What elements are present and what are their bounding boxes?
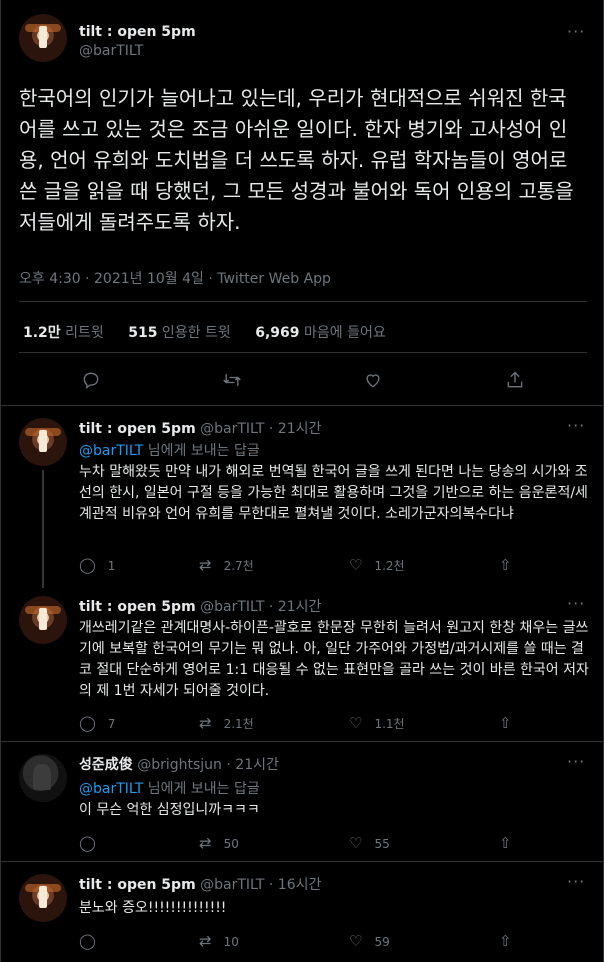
avatar[interactable] xyxy=(19,754,67,802)
likes-stat[interactable]: 6,969 마음에 들어요 xyxy=(255,325,385,341)
reply-icon[interactable]: ◯ xyxy=(79,932,108,950)
share-icon[interactable]: ⇧ xyxy=(499,714,524,732)
like-icon[interactable]: ♡ 55 xyxy=(349,834,390,852)
tweet-text: 한국어의 인기가 늘어나고 있는데, 우리가 현대적으로 쉬워진 한국어를 쓰고… xyxy=(19,86,574,234)
reply-tweet[interactable]: 성준成俊 @brightsjun · 21시간 ··· @barTILT 님에게… xyxy=(1,742,604,862)
reply-header: tilt : open 5pm @barTILT · 21시간 xyxy=(79,596,321,616)
main-actions xyxy=(1,366,604,394)
avatar-image-detail xyxy=(33,764,51,790)
more-icon[interactable]: ··· xyxy=(567,594,585,613)
avatar[interactable] xyxy=(19,418,67,466)
reply-header: 성준成俊 @brightsjun · 21시간 xyxy=(79,754,279,774)
reply-actions: ◯ 1 ⇄ 2.7천 ♡ 1.2천 ⇧ xyxy=(79,556,549,576)
divider xyxy=(19,301,587,302)
reply-to-handle[interactable]: @barTILT xyxy=(79,443,143,459)
author-name[interactable]: tilt : open 5pm xyxy=(79,877,196,893)
reply-icon[interactable] xyxy=(81,370,101,394)
reply-tweet[interactable]: tilt : open 5pm @barTILT · 21시간 ··· 개쓰레기… xyxy=(1,584,604,740)
reply-icon[interactable]: ◯ xyxy=(79,834,108,852)
thread-line xyxy=(42,470,44,588)
author-name[interactable]: tilt : open 5pm xyxy=(79,421,196,437)
reply-tweet[interactable]: tilt : open 5pm @barTILT · 21시간 ··· @bar… xyxy=(1,406,604,588)
timestamp[interactable]: · 21시간 xyxy=(269,421,321,437)
reply-actions: ◯ ⇄ 10 ♡ 59 ⇧ xyxy=(79,932,549,952)
reply-icon[interactable]: ◯ 7 xyxy=(79,714,115,732)
avatar-image-detail xyxy=(39,608,47,630)
reply-text: 분노와 증오!!!!!!!!!!!!!! xyxy=(79,900,227,916)
reply-to-label: 님에게 보내는 답글 xyxy=(147,443,260,459)
author-handle[interactable]: @barTILT xyxy=(200,599,264,615)
share-icon[interactable]: ⇧ xyxy=(499,932,524,950)
timestamp[interactable]: · 21시간 xyxy=(226,757,278,773)
share-icon[interactable]: ⇧ xyxy=(499,556,524,574)
retweet-icon[interactable]: ⇄ 2.1천 xyxy=(199,714,254,732)
more-icon[interactable]: ··· xyxy=(567,22,585,41)
author-name[interactable]: tilt : open 5pm xyxy=(79,24,196,40)
retweets-stat[interactable]: 1.2만 리트윗 xyxy=(23,325,104,341)
reply-text: 개쓰레기같은 관계대명사-하이픈-괄호로 한문장 무한히 늘려서 원고지 한창 … xyxy=(79,620,589,699)
retweet-icon[interactable]: ⇄ 2.7천 xyxy=(199,556,254,574)
more-icon[interactable]: ··· xyxy=(567,872,585,891)
reply-to-label: 님에게 보내는 답글 xyxy=(147,781,260,797)
author-name[interactable]: 성준成俊 xyxy=(79,757,133,773)
reply-actions: ◯ ⇄ 50 ♡ 55 ⇧ xyxy=(79,834,549,854)
more-icon[interactable]: ··· xyxy=(567,752,585,771)
quotes-stat[interactable]: 515 인용한 트윗 xyxy=(128,325,231,341)
reply-header: tilt : open 5pm @barTILT · 21시간 xyxy=(79,418,321,438)
author-handle[interactable]: @barTILT xyxy=(200,877,264,893)
retweet-icon[interactable]: ⇄ 10 xyxy=(199,932,239,950)
avatar-image-detail xyxy=(39,430,47,452)
author-handle[interactable]: @brightsjun xyxy=(137,757,222,773)
like-icon[interactable]: ♡ 1.1천 xyxy=(349,714,405,732)
tweet-stats: 1.2만 리트윗 515 인용한 트윗 6,969 마음에 들어요 xyxy=(23,322,406,342)
tweet-thread: tilt : open 5pm @barTILT ··· 한국어의 인기가 늘어… xyxy=(0,0,604,962)
avatar[interactable] xyxy=(19,874,67,922)
timestamp[interactable]: · 16시간 xyxy=(269,877,321,893)
retweet-icon[interactable]: ⇄ 50 xyxy=(199,834,239,852)
more-icon[interactable]: ··· xyxy=(567,416,585,435)
author-block: tilt : open 5pm @barTILT xyxy=(79,24,196,59)
reply-text: 이 무슨 억한 심정입니까ㅋㅋㅋ xyxy=(79,802,260,818)
reply-tweet[interactable]: tilt : open 5pm @barTILT · 16시간 ··· 분노와 … xyxy=(1,862,604,962)
author-name[interactable]: tilt : open 5pm xyxy=(79,599,196,615)
reply-icon[interactable]: ◯ 1 xyxy=(79,556,115,574)
author-handle[interactable]: @barTILT xyxy=(200,421,264,437)
reply-text: 누차 말해왔듯 만약 내가 해외로 번역될 한국어 글을 쓰게 된다면 나는 당… xyxy=(79,464,588,522)
share-icon[interactable]: ⇧ xyxy=(499,834,524,852)
like-icon[interactable]: ♡ 59 xyxy=(349,932,390,950)
avatar[interactable] xyxy=(19,14,67,62)
reply-actions: ◯ 7 ⇄ 2.1천 ♡ 1.1천 ⇧ xyxy=(79,714,549,734)
avatar-image-detail xyxy=(39,886,47,908)
reply-header: tilt : open 5pm @barTILT · 16시간 xyxy=(79,874,321,894)
share-icon[interactable] xyxy=(505,370,525,394)
reply-to-handle[interactable]: @barTILT xyxy=(79,781,143,797)
retweet-icon[interactable] xyxy=(221,370,243,394)
avatar[interactable] xyxy=(19,596,67,644)
timestamp[interactable]: · 21시간 xyxy=(269,599,321,615)
avatar-image-detail xyxy=(39,26,47,48)
author-handle[interactable]: @barTILT xyxy=(79,43,196,59)
reply-to: @barTILT 님에게 보내는 답글 xyxy=(79,778,260,798)
tweet-meta[interactable]: 오후 4:30 · 2021년 10월 4일 · Twitter Web App xyxy=(19,268,331,288)
divider xyxy=(19,352,587,353)
like-icon[interactable]: ♡ 1.2천 xyxy=(349,556,405,574)
like-icon[interactable] xyxy=(363,370,383,394)
reply-to: @barTILT 님에게 보내는 답글 xyxy=(79,440,260,460)
